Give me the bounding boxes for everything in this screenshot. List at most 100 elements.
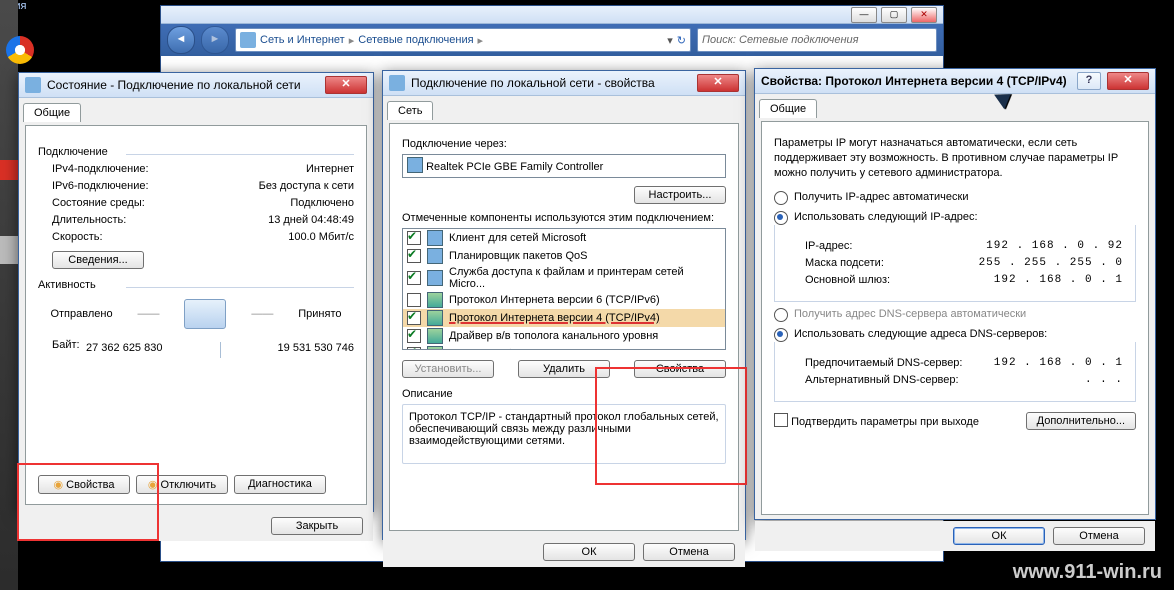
- ok-button[interactable]: ОК: [543, 543, 635, 561]
- duration-value: 13 дней 04:48:49: [268, 214, 354, 226]
- close-icon[interactable]: ✕: [325, 76, 367, 94]
- component-label: Служба доступа к файлам и принтерам сете…: [449, 266, 721, 290]
- checkbox[interactable]: [407, 329, 421, 343]
- network-icon: [25, 77, 41, 93]
- bytes-sent-value: 27 362 625 830: [86, 342, 162, 358]
- activity-group-label: Активность: [38, 279, 354, 291]
- connect-via-label: Подключение через:: [402, 138, 726, 150]
- component-item[interactable]: Клиент для сетей Microsoft: [403, 229, 725, 247]
- components-label: Отмеченные компоненты используются этим …: [402, 212, 726, 224]
- speed-value: 100.0 Мбит/с: [288, 231, 354, 243]
- breadcrumb-1[interactable]: Сеть и Интернет: [260, 34, 345, 46]
- dns2-value[interactable]: . . .: [1085, 374, 1123, 386]
- component-icon: [427, 270, 443, 286]
- components-list[interactable]: Клиент для сетей Microsoft Планировщик па…: [402, 228, 726, 350]
- cancel-button[interactable]: Отмена: [643, 543, 735, 561]
- diagnostics-button[interactable]: Диагностика: [234, 475, 326, 494]
- mask-value[interactable]: 255 . 255 . 255 . 0: [979, 257, 1123, 269]
- dns-manual-radio[interactable]: Использовать следующие адреса DNS-сервер…: [774, 328, 1047, 340]
- search-input[interactable]: Поиск: Сетевые подключения: [697, 28, 937, 52]
- component-label: Драйвер в/в тополога канального уровня: [449, 330, 658, 342]
- duration-label: Длительность:: [52, 214, 126, 226]
- checkbox[interactable]: [407, 271, 421, 285]
- configure-button[interactable]: Настроить...: [634, 186, 726, 204]
- network-icon: [240, 32, 256, 48]
- status-title: Состояние - Подключение по локальной сет…: [47, 78, 319, 92]
- ip-auto-radio[interactable]: Получить IP-адрес автоматически: [774, 191, 968, 203]
- ip-manual-radio[interactable]: Использовать следующий IP-адрес:: [774, 211, 978, 223]
- ipv4-label: IPv4-подключение:: [52, 163, 149, 175]
- ip-label: IP-адрес:: [805, 240, 852, 252]
- cancel-button[interactable]: Отмена: [1053, 527, 1145, 545]
- close-button[interactable]: ✕: [911, 7, 937, 23]
- ip-value[interactable]: 192 . 168 . 0 . 92: [986, 240, 1123, 252]
- props-title: Подключение по локальной сети - свойства: [411, 76, 691, 90]
- minimize-button[interactable]: —: [851, 7, 877, 23]
- component-label: Планировщик пакетов QoS: [449, 250, 588, 262]
- media-value: Подключено: [290, 197, 354, 209]
- annotation-red-box: [595, 367, 747, 485]
- close-icon[interactable]: ✕: [1107, 72, 1149, 90]
- details-button[interactable]: Сведения...: [52, 251, 144, 269]
- help-button[interactable]: ?: [1077, 72, 1101, 90]
- checkbox[interactable]: [407, 231, 421, 245]
- component-item[interactable]: Протокол Интернета версии 6 (TCP/IPv6): [403, 291, 725, 309]
- media-label: Состояние среды:: [52, 197, 145, 209]
- gw-label: Основной шлюз:: [805, 274, 890, 286]
- breadcrumb-2[interactable]: Сетевые подключения: [358, 34, 473, 46]
- annotation-red-box: [17, 463, 159, 541]
- adapter-field: Realtek PCIe GBE Family Controller: [402, 154, 726, 178]
- speed-label: Скорость:: [52, 231, 103, 243]
- component-label: Протокол Интернета версии 6 (TCP/IPv6): [449, 294, 660, 306]
- chrome-icon[interactable]: [6, 36, 34, 64]
- ipv4-intro-text: Параметры IP могут назначаться автоматич…: [774, 136, 1136, 181]
- back-button[interactable]: ◄: [167, 26, 195, 54]
- dns1-label: Предпочитаемый DNS-сервер:: [805, 357, 962, 369]
- component-label: Протокол Интернета версии 4 (TCP/IPv4): [449, 312, 660, 324]
- component-label: Клиент для сетей Microsoft: [449, 232, 586, 244]
- checkbox[interactable]: [407, 347, 421, 350]
- ipv6-value: Без доступа к сети: [259, 180, 354, 192]
- dns-auto-radio: Получить адрес DNS-сервера автоматически: [774, 308, 1026, 320]
- ipv4-title: Свойства: Протокол Интернета версии 4 (T…: [761, 74, 1071, 88]
- ipv4-value: Интернет: [306, 163, 354, 175]
- recv-label: Принято: [298, 308, 341, 320]
- dropdown-arrow-icon[interactable]: ▾: [667, 34, 673, 47]
- tab-general[interactable]: Общие: [23, 103, 81, 122]
- component-item[interactable]: Ответчик обнаружения топологии канальног…: [403, 345, 725, 350]
- refresh-icon[interactable]: ↻: [677, 34, 686, 47]
- close-icon[interactable]: ✕: [697, 74, 739, 92]
- ipv6-label: IPv6-подключение:: [52, 180, 149, 192]
- desktop-left-strip: [0, 0, 18, 590]
- maximize-button[interactable]: ▢: [881, 7, 907, 23]
- close-button[interactable]: Закрыть: [271, 517, 363, 535]
- component-icon: [427, 310, 443, 326]
- component-item[interactable]: Протокол Интернета версии 4 (TCP/IPv4): [403, 309, 725, 327]
- advanced-button[interactable]: Дополнительно...: [1026, 412, 1136, 430]
- checkbox[interactable]: [407, 249, 421, 263]
- component-item[interactable]: Служба доступа к файлам и принтерам сете…: [403, 265, 725, 291]
- component-label: Ответчик обнаружения топологии канальног…: [449, 348, 721, 350]
- bytes-label: Байт:: [52, 339, 80, 351]
- component-item[interactable]: Драйвер в/в тополога канального уровня: [403, 327, 725, 345]
- adapter-properties-dialog: Подключение по локальной сети - свойства…: [382, 70, 746, 540]
- watermark-text: www.911-win.ru: [1013, 561, 1162, 584]
- validate-checkbox[interactable]: Подтвердить параметры при выходе: [774, 413, 979, 428]
- component-item[interactable]: Планировщик пакетов QoS: [403, 247, 725, 265]
- checkbox[interactable]: [407, 311, 421, 325]
- dns2-label: Альтернативный DNS-сервер:: [805, 374, 959, 386]
- checkbox[interactable]: [407, 293, 421, 307]
- search-placeholder: Поиск: Сетевые подключения: [702, 34, 859, 46]
- gw-value[interactable]: 192 . 168 . 0 . 1: [994, 274, 1123, 286]
- dns1-value[interactable]: 192 . 168 . 0 . 1: [994, 357, 1123, 369]
- component-icon: [427, 346, 443, 350]
- tab-general[interactable]: Общие: [759, 99, 817, 118]
- address-bar[interactable]: Сеть и Интернет ▸ Сетевые подключения ▸ …: [235, 28, 691, 52]
- ok-button[interactable]: ОК: [953, 527, 1045, 545]
- forward-button[interactable]: ►: [201, 26, 229, 54]
- network-icon: [389, 75, 405, 91]
- install-button[interactable]: Установить...: [402, 360, 494, 378]
- tab-network[interactable]: Сеть: [387, 101, 433, 120]
- sent-label: Отправлено: [50, 308, 112, 320]
- component-icon: [427, 328, 443, 344]
